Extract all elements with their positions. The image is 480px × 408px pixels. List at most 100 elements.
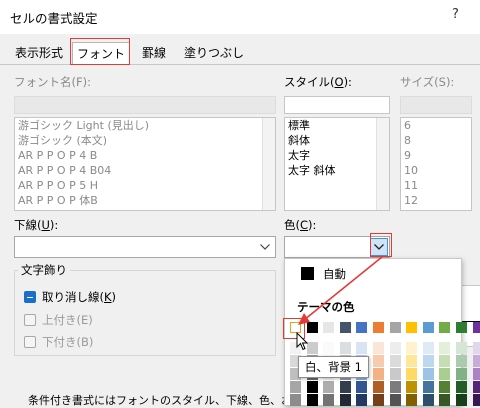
color-shade-swatch[interactable] [356, 394, 368, 406]
color-shade-swatch[interactable] [290, 394, 301, 406]
color-shade-swatch[interactable] [422, 368, 434, 380]
style-list-scrollbar[interactable] [376, 118, 389, 210]
list-item[interactable]: AR P P O P 5 H [15, 178, 275, 193]
color-shade-swatch[interactable] [406, 355, 418, 367]
color-label: 色(C): [284, 218, 317, 232]
color-shade-swatch[interactable] [389, 355, 401, 367]
color-shade-swatch[interactable] [422, 381, 434, 393]
color-shade-swatch[interactable] [422, 394, 434, 406]
color-shade-swatch[interactable] [389, 381, 401, 393]
color-shade-swatch[interactable] [472, 342, 480, 354]
color-shade-swatch[interactable] [406, 342, 418, 354]
list-item[interactable]: AR P P O P 体B [15, 193, 275, 208]
chevron-down-icon[interactable] [257, 239, 273, 255]
list-item[interactable]: 12 [401, 193, 471, 208]
color-shade-swatch[interactable] [439, 381, 451, 393]
swatch-tooltip: 白、背景 1 [298, 356, 369, 378]
color-shade-swatch[interactable] [439, 342, 451, 354]
color-shade-swatch[interactable] [456, 355, 467, 367]
underline-dropdown[interactable] [14, 236, 276, 258]
list-item[interactable]: 6 [401, 118, 471, 133]
color-shade-swatch[interactable] [389, 394, 401, 406]
color-swatch[interactable] [472, 322, 480, 333]
subscript-checkbox[interactable]: 下付き(B) [24, 334, 93, 350]
color-shade-swatch[interactable] [339, 394, 351, 406]
list-item[interactable]: 11 [401, 178, 471, 193]
color-swatch[interactable] [389, 322, 401, 333]
color-swatch[interactable] [406, 322, 418, 333]
list-item[interactable]: 游ゴシック Light (見出し) [15, 118, 275, 133]
color-shade-swatch[interactable] [456, 381, 467, 393]
color-shade-swatch[interactable] [356, 342, 368, 354]
list-item[interactable]: 標準 [285, 118, 389, 133]
tab-number-format[interactable]: 表示形式 [6, 42, 72, 64]
color-shade-swatch[interactable] [472, 355, 480, 367]
font-name-input[interactable] [14, 96, 276, 114]
color-shade-swatch[interactable] [306, 394, 318, 406]
color-shade-swatch[interactable] [373, 355, 384, 367]
color-shade-swatch[interactable] [356, 381, 368, 393]
size-list[interactable]: 6 8 9 10 11 12 [400, 117, 472, 211]
color-shade-swatch[interactable] [439, 355, 451, 367]
font-name-label: フォント名(F): [14, 75, 91, 89]
style-list[interactable]: 標準 斜体 太字 太字 斜体 [284, 117, 390, 211]
color-shade-swatch[interactable] [406, 394, 418, 406]
color-shade-swatch[interactable] [472, 368, 480, 380]
size-label: サイズ(S): [400, 75, 455, 89]
list-item[interactable]: AR P P O P 4 B04 [15, 163, 275, 178]
color-shade-swatch[interactable] [472, 394, 480, 406]
color-swatch[interactable] [456, 322, 467, 333]
checkbox-box[interactable] [24, 336, 36, 348]
color-shade-swatch[interactable] [373, 342, 384, 354]
checkbox-box[interactable] [24, 291, 36, 303]
tab-fill[interactable]: 塗りつぶし [178, 42, 250, 64]
color-shade-swatch[interactable] [456, 368, 467, 380]
list-item[interactable]: 太字 [285, 148, 389, 163]
tab-font-highlight [70, 38, 130, 65]
color-shade-swatch[interactable] [389, 342, 401, 354]
font-list-scrollbar[interactable] [262, 118, 275, 210]
color-shade-swatch[interactable] [422, 355, 434, 367]
strikethrough-checkbox[interactable]: 取り消し線(K) [24, 289, 116, 305]
effects-legend: 文字飾り [18, 262, 70, 278]
annotation-arrow [298, 256, 383, 325]
dialog-title: セルの書式設定 [10, 11, 98, 26]
color-shade-swatch[interactable] [323, 342, 335, 354]
color-shade-swatch[interactable] [472, 381, 480, 393]
list-item[interactable]: 太字 斜体 [285, 163, 389, 178]
font-name-list[interactable]: 游ゴシック Light (見出し) 游ゴシック (本文) AR P P O P … [14, 117, 276, 211]
color-shade-swatch[interactable] [406, 368, 418, 380]
color-shade-swatch[interactable] [290, 381, 301, 393]
color-shade-swatch[interactable] [422, 342, 434, 354]
color-shade-swatch[interactable] [323, 381, 335, 393]
list-item[interactable]: 8 [401, 133, 471, 148]
checkbox-box[interactable] [24, 314, 36, 326]
style-input[interactable] [284, 96, 390, 114]
color-swatch[interactable] [439, 322, 451, 333]
size-input[interactable] [400, 96, 472, 114]
list-item[interactable]: 9 [401, 148, 471, 163]
color-shade-swatch[interactable] [456, 342, 467, 354]
color-swatch[interactable] [422, 322, 434, 333]
underline-label: 下線(U): [14, 218, 59, 232]
color-shade-swatch[interactable] [306, 381, 318, 393]
mouse-cursor-icon [296, 332, 309, 351]
color-shade-swatch[interactable] [439, 368, 451, 380]
color-shade-swatch[interactable] [373, 368, 384, 380]
tab-border[interactable]: 罫線 [134, 42, 174, 64]
color-shade-swatch[interactable] [439, 394, 451, 406]
color-shade-swatch[interactable] [373, 381, 384, 393]
color-shade-swatch[interactable] [406, 381, 418, 393]
color-shade-swatch[interactable] [456, 394, 467, 406]
list-item[interactable]: AR P P O P 4 B [15, 148, 275, 163]
color-shade-swatch[interactable] [339, 342, 351, 354]
list-item[interactable]: 10 [401, 163, 471, 178]
help-button[interactable]: ? [452, 7, 459, 22]
color-shade-swatch[interactable] [323, 394, 335, 406]
color-shade-swatch[interactable] [389, 368, 401, 380]
superscript-checkbox[interactable]: 上付き(E) [24, 312, 93, 328]
list-item[interactable]: 游ゴシック (本文) [15, 133, 275, 148]
color-shade-swatch[interactable] [373, 394, 384, 406]
list-item[interactable]: 斜体 [285, 133, 389, 148]
color-shade-swatch[interactable] [339, 381, 351, 393]
